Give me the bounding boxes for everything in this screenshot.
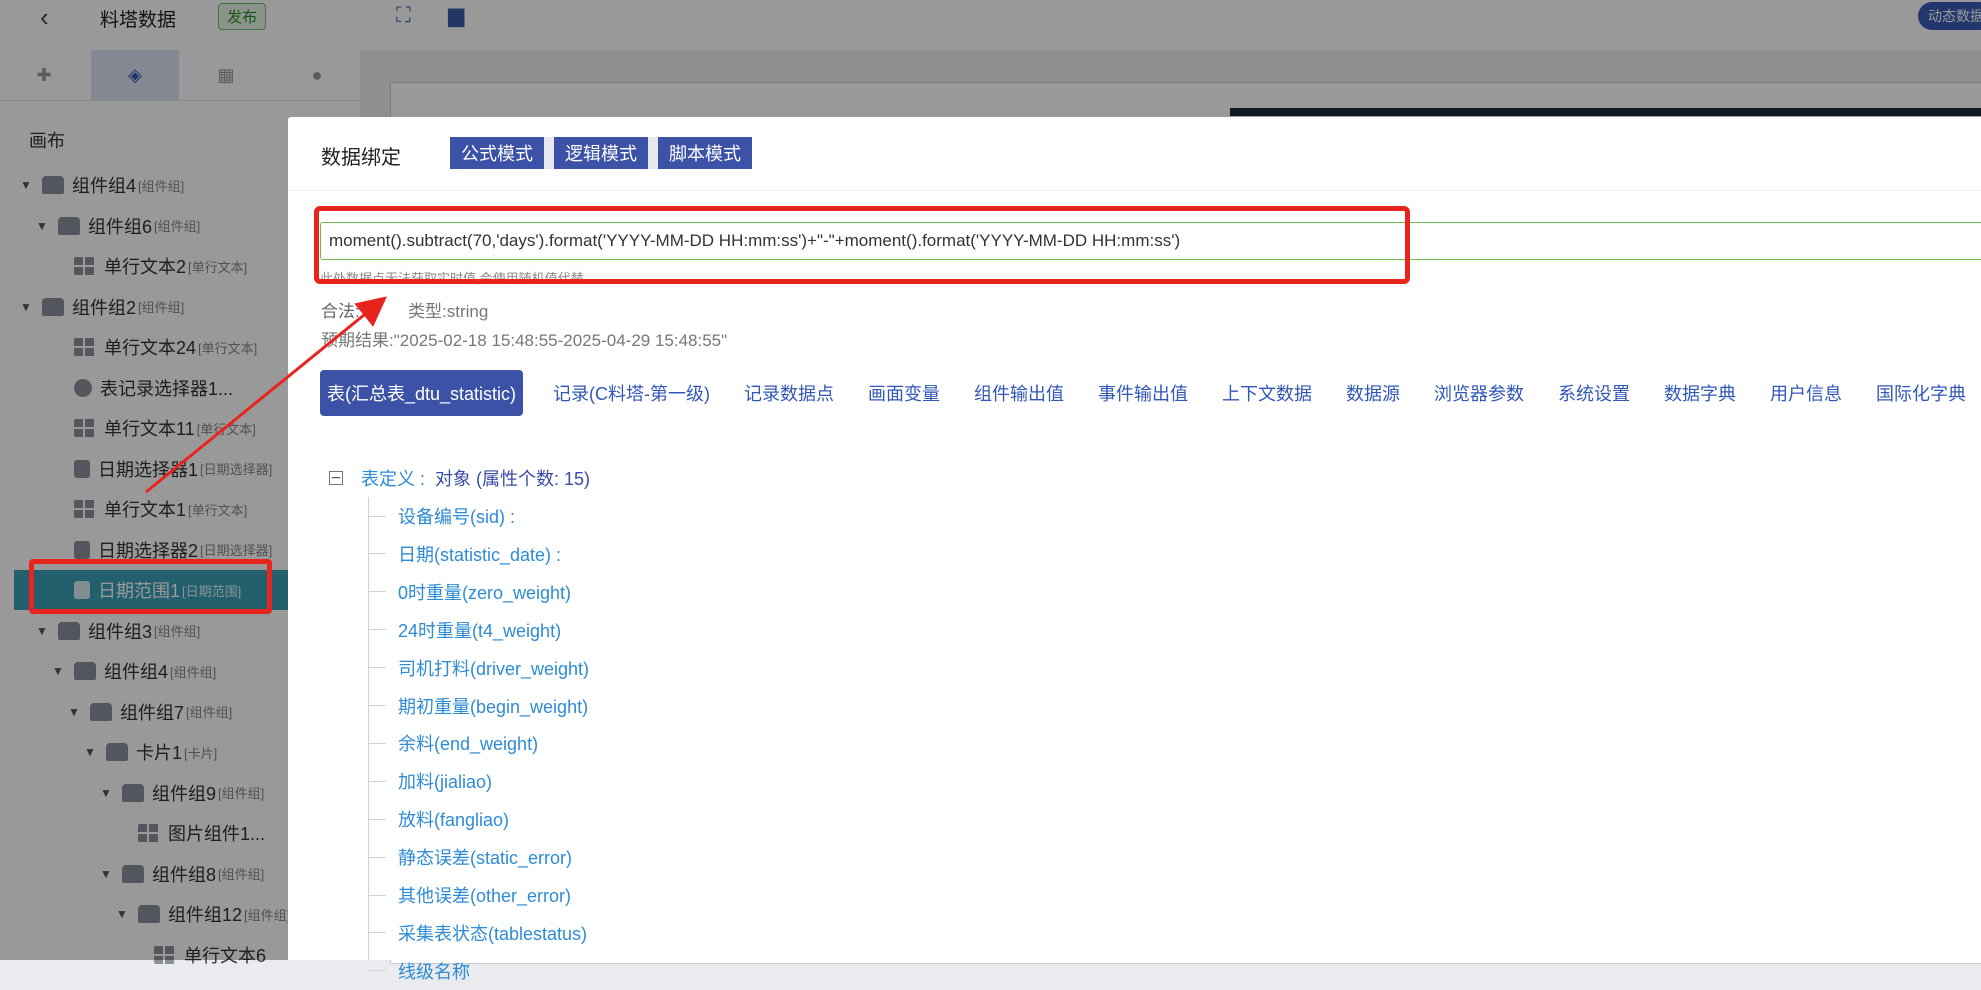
arrow-line bbox=[145, 296, 387, 494]
field-connector bbox=[368, 970, 386, 972]
annotation-arrow bbox=[145, 296, 387, 494]
field-name: 线级名称 bbox=[398, 961, 470, 982]
